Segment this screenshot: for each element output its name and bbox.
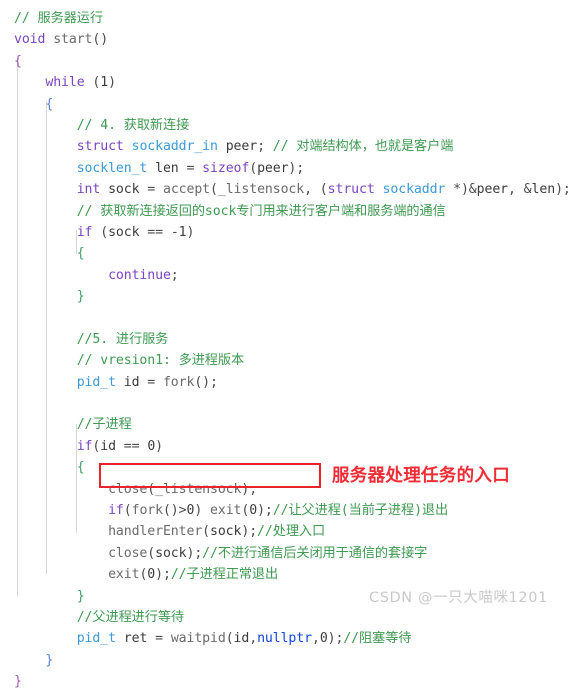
type-pid-t: pid_t: [76, 374, 116, 390]
keyword-int: int: [76, 182, 101, 198]
open-brace-function: {: [14, 53, 22, 69]
close-brace-while: }: [45, 652, 54, 668]
function-handler-enter: handlerEnter: [108, 524, 203, 540]
open-brace-if-sock: {: [76, 246, 85, 262]
code-line-6: // 4. 获取新连接: [0, 115, 572, 136]
line-30-comment: //阻塞等待: [343, 631, 412, 647]
function-accept: accept: [162, 182, 211, 198]
code-line-11: if (sock == -1): [76, 224, 195, 240]
code-line-25: handlerEnter(sock);//处理入口: [108, 524, 326, 540]
code-line-17: // vresion1: 多进程版本: [0, 350, 572, 371]
type-socklen-t: socklen_t: [76, 160, 148, 176]
line-1-comment: // 服务器运行: [14, 11, 103, 26]
type-sockaddr-in: sockaddr_in: [131, 139, 218, 155]
code-line-31: }: [0, 650, 572, 671]
keyword-if-id: if: [76, 438, 93, 454]
code-line-21: if(id == 0): [76, 438, 163, 454]
keyword-if-fork: if: [108, 502, 124, 518]
code-line-29: //父进程进行等待: [0, 607, 572, 628]
line-16-comment: //5. 进行服务: [76, 331, 169, 347]
line-25-comment: //处理入口: [257, 524, 326, 540]
csdn-watermark: CSDN @一只大喵咪1201: [369, 590, 548, 606]
code-line-1: // 服务器运行: [0, 8, 572, 29]
line-7-comment: // 对端结构体，也就是客户端: [272, 139, 454, 155]
keyword-struct: struct: [76, 139, 124, 155]
function-waitpid: waitpid: [170, 631, 226, 647]
code-line-20: //子进程: [0, 414, 572, 435]
code-line-27: exit(0);//子进程正常退出: [108, 567, 279, 583]
annotation-note-text: 服务器处理任务的入口: [332, 466, 510, 486]
line-17-comment: // vresion1: 多进程版本: [76, 353, 245, 369]
code-line-5: {: [0, 94, 572, 115]
keyword-continue: continue: [108, 267, 171, 283]
code-line-24: if(fork()>0) exit(0);//让父进程(当前子进程)退出: [108, 502, 449, 518]
function-close-sock: close: [108, 545, 148, 561]
keyword-void: void: [14, 32, 46, 48]
function-exit: exit: [108, 567, 140, 583]
code-line-32: }: [0, 671, 572, 692]
line-20-comment: //子进程: [76, 417, 132, 433]
open-brace-if-id: {: [76, 460, 85, 476]
line-26-comment: //不进行通信后关闭用于通信的套接字: [202, 545, 428, 561]
function-close-listensock: close: [108, 481, 148, 497]
function-start: start: [53, 32, 93, 48]
line-10-comment: // 获取新连接返回的sock专门用来进行客户端和服务端的通信: [76, 203, 446, 219]
code-line-2: void start(): [14, 32, 109, 48]
function-fork: fork: [162, 374, 195, 390]
keyword-if-sock: if: [76, 224, 93, 240]
code-line-7: struct sockaddr_in peer; // 对端结构体，也就是客户端: [76, 139, 454, 155]
line-6-comment: // 4. 获取新连接: [76, 117, 190, 133]
code-screenshot: // 服务器运行 void start() { while (1) { // 4…: [0, 0, 572, 689]
code-line-30: pid_t ret = waitpid(id,nullptr,0);//阻塞等待: [76, 631, 412, 647]
code-line-12: {: [0, 243, 572, 264]
open-brace-while: {: [45, 96, 54, 112]
keyword-nullptr: nullptr: [257, 631, 312, 647]
code-line-3: {: [0, 51, 572, 72]
keyword-while: while: [45, 75, 85, 91]
code-line-10: // 获取新连接返回的sock专门用来进行客户端和服务端的通信: [0, 201, 572, 222]
code-line-18: pid_t id = fork();: [76, 374, 218, 390]
code-line-4: while (1): [45, 75, 116, 91]
keyword-sizeof: sizeof: [202, 160, 250, 176]
code-line-16: //5. 进行服务: [0, 329, 572, 350]
code-line-9: int sock = accept(_listensock, (struct s…: [76, 182, 571, 198]
code-line-13: continue;: [108, 267, 179, 283]
code-line-8: socklen_t len = sizeof(peer);: [76, 160, 305, 176]
code-line-14: }: [0, 286, 572, 307]
type-pid-t-ret: pid_t: [76, 631, 116, 647]
code-line-26: close(sock);//不进行通信后关闭用于通信的套接字: [108, 545, 428, 561]
close-brace-if-sock: }: [76, 289, 85, 305]
close-brace-if-id: }: [76, 588, 85, 604]
line-27-comment: //子进程正常退出: [170, 567, 279, 583]
line-24-comment: //让父进程(当前子进程)退出: [272, 502, 449, 518]
close-brace-function: }: [14, 674, 22, 690]
type-sockaddr: sockaddr: [382, 182, 446, 198]
